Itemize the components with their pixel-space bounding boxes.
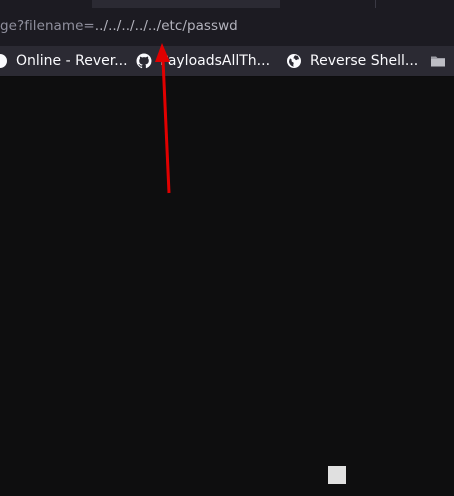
bookmark-label: PayloadsAllTh... (160, 53, 271, 69)
tab-strip (0, 0, 454, 8)
bookmarks-bar: Online - Rever... PayloadsAllTh... Rever… (0, 46, 454, 77)
bookmark-folder[interactable] (430, 51, 454, 71)
bookmark-online-reverse[interactable]: Online - Rever... (0, 51, 128, 71)
bookmark-label: Reverse Shell... (310, 53, 419, 69)
bookmark-reverse-shell[interactable]: Reverse Shell... (286, 51, 418, 71)
tab-separator (375, 0, 376, 8)
bookmark-label: Online - Rever... (16, 53, 128, 69)
globe-icon (287, 54, 301, 68)
browser-window: ge?filename=../../../../../etc/passwd On… (0, 0, 454, 496)
active-tab[interactable] (92, 0, 280, 8)
page-content (0, 77, 454, 496)
bookmark-payloadsallthethings[interactable]: PayloadsAllTh... (136, 51, 270, 71)
globe-icon (0, 54, 7, 68)
url-text[interactable]: ge?filename=../../../../../etc/passwd (0, 18, 238, 34)
scroll-corner-widget[interactable] (328, 466, 346, 484)
url-path: ../../../../../etc/passwd (94, 18, 238, 34)
github-icon (136, 53, 152, 69)
url-field[interactable]: ge?filename=../../../../../etc/passwd (0, 14, 454, 42)
folder-icon (431, 56, 445, 67)
toolbar: ge?filename=../../../../../etc/passwd (0, 8, 454, 46)
url-prefix: ge?filename= (0, 18, 95, 34)
